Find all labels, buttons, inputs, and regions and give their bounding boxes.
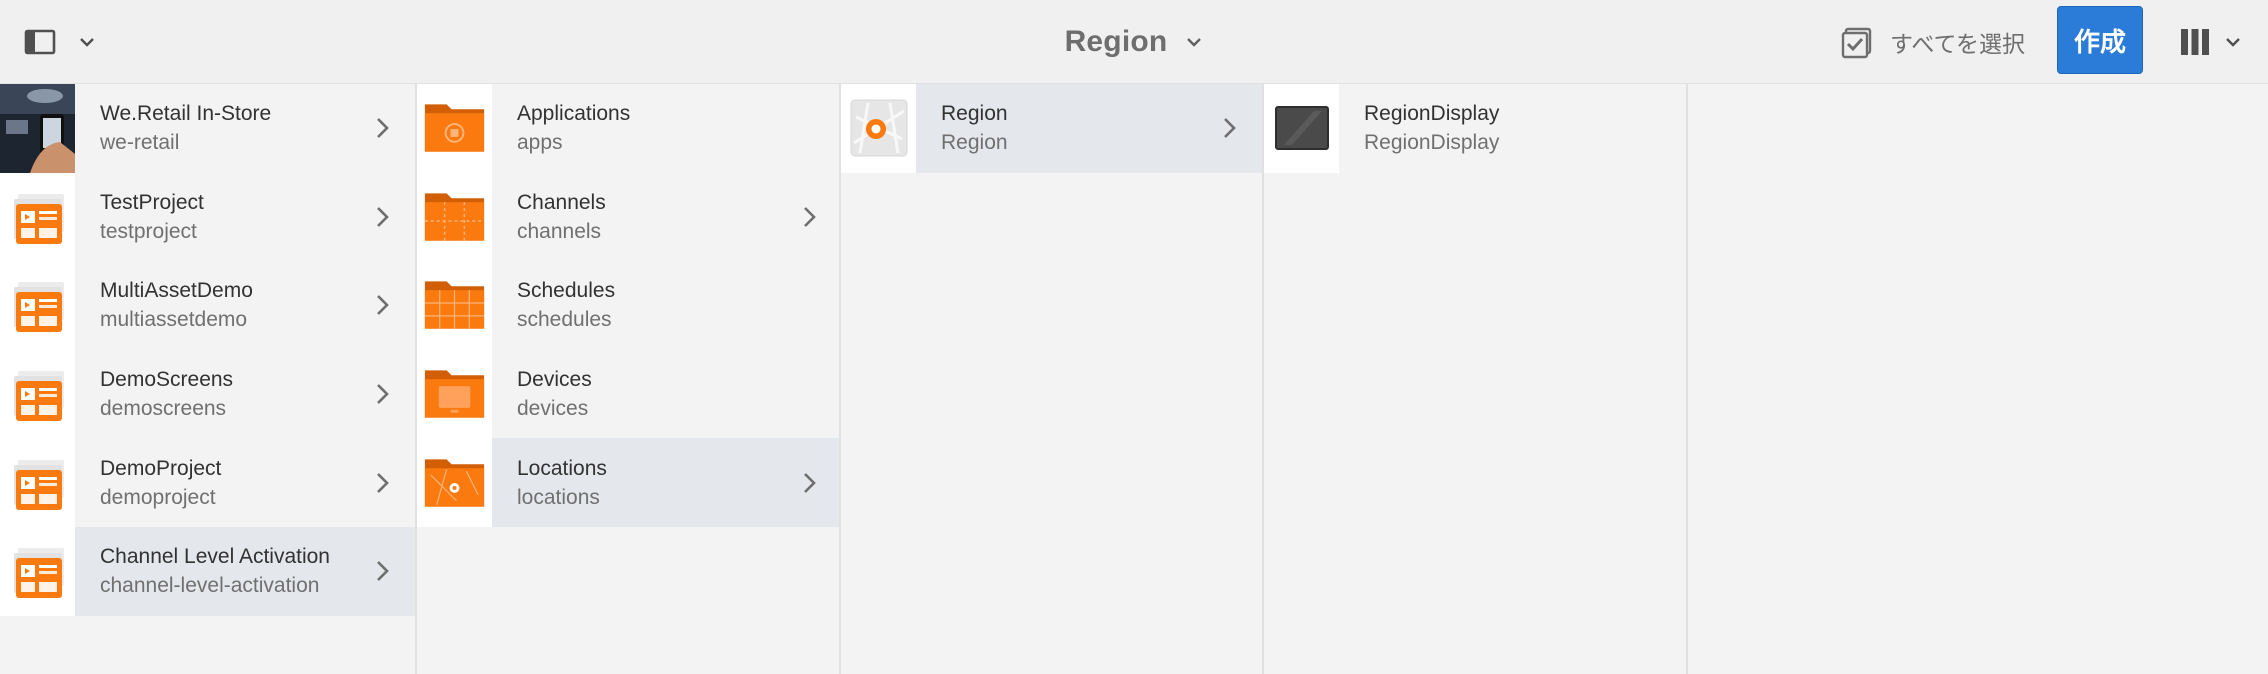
rail-panel-icon (24, 29, 56, 55)
item-title: We.Retail In-Store (100, 102, 272, 126)
item-subtitle: channel-level-activation (100, 574, 320, 598)
list-item[interactable]: TestProject testproject (0, 172, 415, 262)
item-subtitle: testproject (100, 219, 197, 243)
item-subtitle: RegionDisplay (1364, 131, 1500, 155)
item-subtitle: demoproject (100, 485, 216, 509)
list-item[interactable]: Channels channels (417, 172, 839, 262)
item-title: Channels (517, 190, 606, 214)
map-pin-icon (841, 84, 916, 173)
chevron-right-icon (804, 472, 816, 493)
item-title: Applications (517, 102, 631, 126)
miller-column-3: Region Region (841, 84, 1264, 674)
item-title: TestProject (100, 190, 204, 214)
project-icon (0, 526, 75, 616)
item-subtitle: devices (517, 397, 589, 421)
project-icon (0, 438, 75, 527)
item-title: Channel Level Activation (100, 545, 330, 569)
item-title: RegionDisplay (1364, 102, 1500, 126)
applications-folder-icon (417, 84, 492, 173)
store-photo-image (0, 84, 75, 173)
project-icon (0, 349, 75, 439)
chevron-right-icon (1224, 118, 1236, 139)
select-all-label: すべてを選択 (1890, 32, 2026, 58)
list-item-selected[interactable]: Locations locations (417, 438, 839, 527)
miller-column-1: We.Retail In-Store we-retail TestProject… (0, 84, 417, 674)
location-title-button[interactable]: Region (1065, 25, 1204, 59)
chevron-right-icon (377, 472, 389, 493)
channels-folder-icon (417, 172, 492, 262)
item-title: Locations (517, 456, 607, 480)
item-title: MultiAssetDemo (100, 279, 253, 303)
miller-column-2: Applications apps Channels channels Sche… (417, 84, 841, 674)
view-switcher-button[interactable] (2180, 24, 2250, 60)
item-title: Devices (517, 368, 592, 392)
chevron-down-icon (1187, 38, 1202, 47)
column-view-icon (2181, 29, 2209, 55)
devices-folder-icon (417, 349, 492, 439)
item-subtitle: multiassetdemo (100, 308, 248, 332)
list-item[interactable]: Devices devices (417, 349, 839, 439)
list-item[interactable]: We.Retail In-Store we-retail (0, 84, 415, 173)
chevron-down-icon (80, 38, 94, 47)
select-all-button[interactable]: すべてを選択 (1840, 22, 2025, 62)
locations-folder-icon (417, 438, 492, 527)
list-item[interactable]: Schedules schedules (417, 261, 839, 350)
schedules-folder-icon (417, 261, 492, 350)
item-subtitle: we-retail (100, 131, 180, 155)
display-icon (1264, 84, 1339, 173)
item-subtitle: locations (517, 485, 600, 509)
list-item-selected[interactable]: Region Region (841, 84, 1262, 173)
top-action-bar: Region すべてを選択 作成 (0, 0, 2268, 84)
chevron-right-icon (377, 206, 389, 227)
chevron-down-icon (2226, 38, 2240, 47)
item-subtitle: Region (941, 131, 1008, 155)
photo-thumbnail (0, 84, 75, 173)
chevron-right-icon (377, 118, 389, 139)
miller-column-empty (1688, 84, 2268, 674)
item-subtitle: demoscreens (100, 397, 227, 421)
item-title: DemoScreens (100, 368, 234, 392)
project-icon (0, 172, 75, 262)
chevron-right-icon (377, 384, 389, 404)
list-item[interactable]: DemoScreens demoscreens (0, 349, 415, 439)
chevron-right-icon (377, 561, 389, 582)
list-item[interactable]: MultiAssetDemo multiassetdemo (0, 261, 415, 350)
select-all-checkbox-icon (1841, 27, 1872, 59)
item-subtitle: schedules (517, 308, 612, 332)
item-title: DemoProject (100, 456, 222, 480)
list-item[interactable]: Applications apps (417, 84, 839, 173)
page-title: Region (1064, 25, 1168, 58)
list-item[interactable]: DemoProject demoproject (0, 438, 415, 527)
miller-column-4: RegionDisplay RegionDisplay (1264, 84, 1688, 674)
list-item-selected[interactable]: Channel Level Activation channel-level-a… (0, 526, 415, 616)
item-title: Schedules (517, 279, 616, 303)
chevron-right-icon (377, 295, 389, 316)
list-item[interactable]: RegionDisplay RegionDisplay (1264, 84, 1686, 173)
item-subtitle: channels (517, 219, 602, 243)
create-button[interactable]: 作成 (2057, 6, 2143, 74)
item-subtitle: apps (517, 131, 563, 155)
project-icon (0, 261, 75, 350)
item-title: Region (941, 102, 1008, 126)
chevron-right-icon (804, 206, 816, 227)
rail-toggle-button[interactable] (22, 24, 106, 60)
